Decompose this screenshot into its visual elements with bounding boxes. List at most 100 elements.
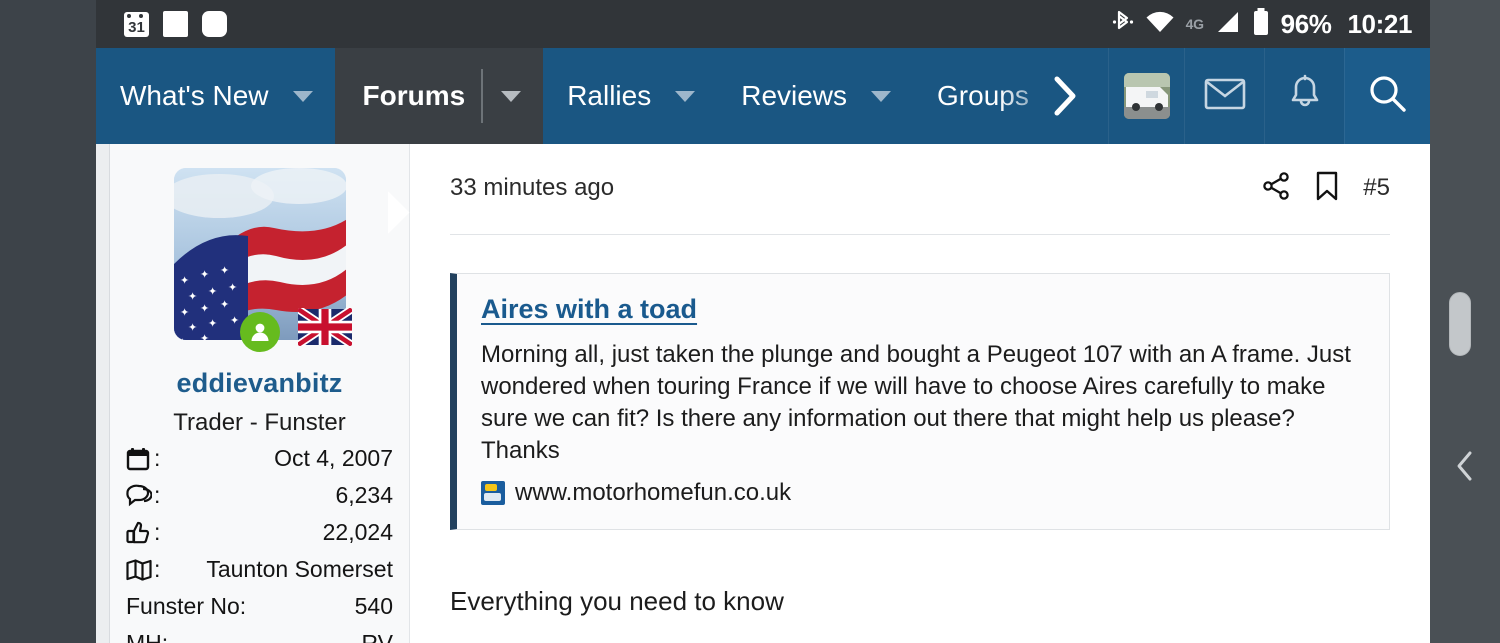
motorhomefun-favicon-icon — [481, 480, 505, 505]
author-title: Trader - Funster — [173, 409, 346, 436]
post-content: 33 minutes ago #5 Aires with a toad Morn… — [410, 144, 1430, 643]
stat-mh: MH: RV — [126, 628, 393, 643]
svg-text:✦: ✦ — [180, 306, 189, 319]
stat-colon: : — [154, 556, 161, 583]
quote-title-link[interactable]: Aires with a toad — [481, 294, 697, 325]
nav-right-actions — [1108, 48, 1430, 144]
stat-funster-no: Funster No: 540 — [126, 591, 393, 622]
post-divider — [450, 234, 1390, 235]
stat-label: Funster No: — [126, 593, 247, 620]
nav-item-label: Reviews — [741, 80, 848, 111]
clock-label: 10:21 — [1347, 8, 1413, 39]
nav-divider — [481, 69, 484, 123]
nav-item-reviews[interactable]: Reviews — [717, 48, 913, 144]
svg-text:✦: ✦ — [200, 302, 209, 315]
mail-button[interactable] — [1184, 48, 1264, 144]
online-badge — [239, 312, 280, 352]
share-icon[interactable] — [1261, 171, 1291, 206]
nav-overflow-chevron-right-icon[interactable] — [1041, 48, 1101, 144]
post-paragraph-1: Everything you need to know — [450, 585, 784, 616]
author-username[interactable]: eddievanbitz — [126, 368, 393, 399]
chevron-down-icon[interactable] — [292, 90, 313, 102]
calendar-day-label: 31 — [128, 18, 145, 36]
stat-colon: : — [154, 445, 161, 471]
nav-item-forums[interactable]: Forums — [334, 48, 544, 144]
quoted-link-preview[interactable]: Aires with a toad Morning all, just take… — [450, 273, 1390, 530]
nav-item-whats-new[interactable]: What's New — [96, 48, 335, 144]
svg-text:✦: ✦ — [178, 336, 187, 340]
nav-item-label: Forums — [362, 80, 466, 111]
status-bar-right-icons: 4G 96% 10:21 — [1112, 7, 1430, 42]
svg-text:✦: ✦ — [220, 298, 229, 311]
stat-likes: : 22,024 — [126, 517, 393, 548]
uk-flag-badge — [297, 308, 352, 346]
bluetooth-icon — [1112, 8, 1134, 41]
network-4g-label: 4G — [1185, 16, 1204, 32]
left-device-edge — [0, 0, 96, 643]
svg-text:✦: ✦ — [188, 290, 197, 303]
right-side-rail — [1430, 0, 1500, 643]
mail-icon — [1204, 77, 1246, 116]
svg-text:✦: ✦ — [180, 274, 189, 287]
stat-messages: : 6,234 — [126, 480, 393, 511]
post-bubble-arrow — [388, 190, 410, 234]
quote-body-text: Morning all, just taken the plunge and b… — [481, 341, 1351, 464]
post-actions: #5 — [1261, 171, 1390, 206]
alerts-button[interactable] — [1264, 48, 1344, 144]
signal-icon — [1215, 9, 1241, 40]
svg-text:✦: ✦ — [200, 332, 209, 340]
stat-colon: : — [154, 482, 161, 509]
post-number[interactable]: #5 — [1363, 174, 1390, 202]
stat-value: 22,024 — [322, 519, 393, 546]
stat-value: Oct 4, 2007 — [274, 445, 393, 471]
battery-percent-label: 96% — [1280, 8, 1332, 39]
quote-url-label: www.motorhomefun.co.uk — [515, 478, 792, 506]
nav-item-groups[interactable]: Groups — [913, 48, 1041, 144]
nav-item-rallies[interactable]: Rallies — [543, 48, 717, 144]
svg-text:✦: ✦ — [200, 268, 209, 281]
search-button[interactable] — [1344, 48, 1430, 144]
svg-text:✦: ✦ — [230, 314, 239, 327]
chevron-down-icon[interactable] — [675, 90, 696, 102]
status-bar: 31 4G 96% 10:21 — [96, 0, 1430, 48]
stat-joined-date: : Oct 4, 2007 — [126, 443, 393, 474]
stat-location: : Taunton Somerset — [126, 554, 393, 585]
stat-label: MH: — [126, 628, 168, 643]
back-gesture-chevron-left-icon[interactable] — [1452, 448, 1478, 489]
status-bar-left-icons: 31 — [96, 11, 227, 37]
search-icon — [1366, 72, 1410, 121]
thumbs-up-icon — [126, 521, 154, 545]
calendar-31-icon: 31 — [124, 11, 149, 37]
calendar-icon — [126, 447, 154, 471]
stat-colon: : — [154, 519, 161, 546]
map-icon — [126, 559, 154, 581]
white-square-icon — [163, 11, 188, 37]
avatar[interactable]: ✦✦✦ ✦✦✦ ✦✦✦ ✦✦✦ ✦✦ — [173, 168, 352, 352]
post-timestamp[interactable]: 33 minutes ago — [450, 174, 614, 202]
chevron-down-icon[interactable] — [871, 90, 892, 102]
svg-text:✦: ✦ — [208, 285, 217, 298]
bookmark-icon[interactable] — [1315, 171, 1339, 206]
nav-user-avatar[interactable] — [1108, 48, 1184, 144]
stat-value: Taunton Somerset — [206, 556, 393, 583]
stat-value: 540 — [354, 593, 393, 620]
post-header: 33 minutes ago #5 — [450, 166, 1390, 210]
chevron-down-icon[interactable] — [501, 90, 522, 102]
battery-icon — [1252, 7, 1270, 42]
scrollbar-thumb[interactable] — [1449, 292, 1471, 356]
bell-icon — [1287, 74, 1323, 119]
messages-icon — [126, 484, 154, 508]
nav-item-label: What's New — [120, 80, 269, 111]
stat-value: RV — [361, 628, 393, 643]
svg-text:✦: ✦ — [220, 264, 229, 277]
nav-item-label: Groups — [937, 80, 1041, 112]
motorhome-avatar-image — [1123, 73, 1170, 119]
post-author-sidebar: ✦✦✦ ✦✦✦ ✦✦✦ ✦✦✦ ✦✦ — [110, 144, 410, 643]
svg-text:✦: ✦ — [228, 281, 237, 294]
nav-item-label: Rallies — [567, 80, 652, 111]
svg-text:✦: ✦ — [208, 317, 217, 330]
quote-source-url[interactable]: www.motorhomefun.co.uk — [481, 479, 1365, 507]
svg-text:✦: ✦ — [188, 321, 197, 334]
white-rounded-square-icon — [202, 11, 227, 37]
phone-screenshot: 31 4G 96% 10:21 What's New Forums Rallie… — [0, 0, 1500, 643]
